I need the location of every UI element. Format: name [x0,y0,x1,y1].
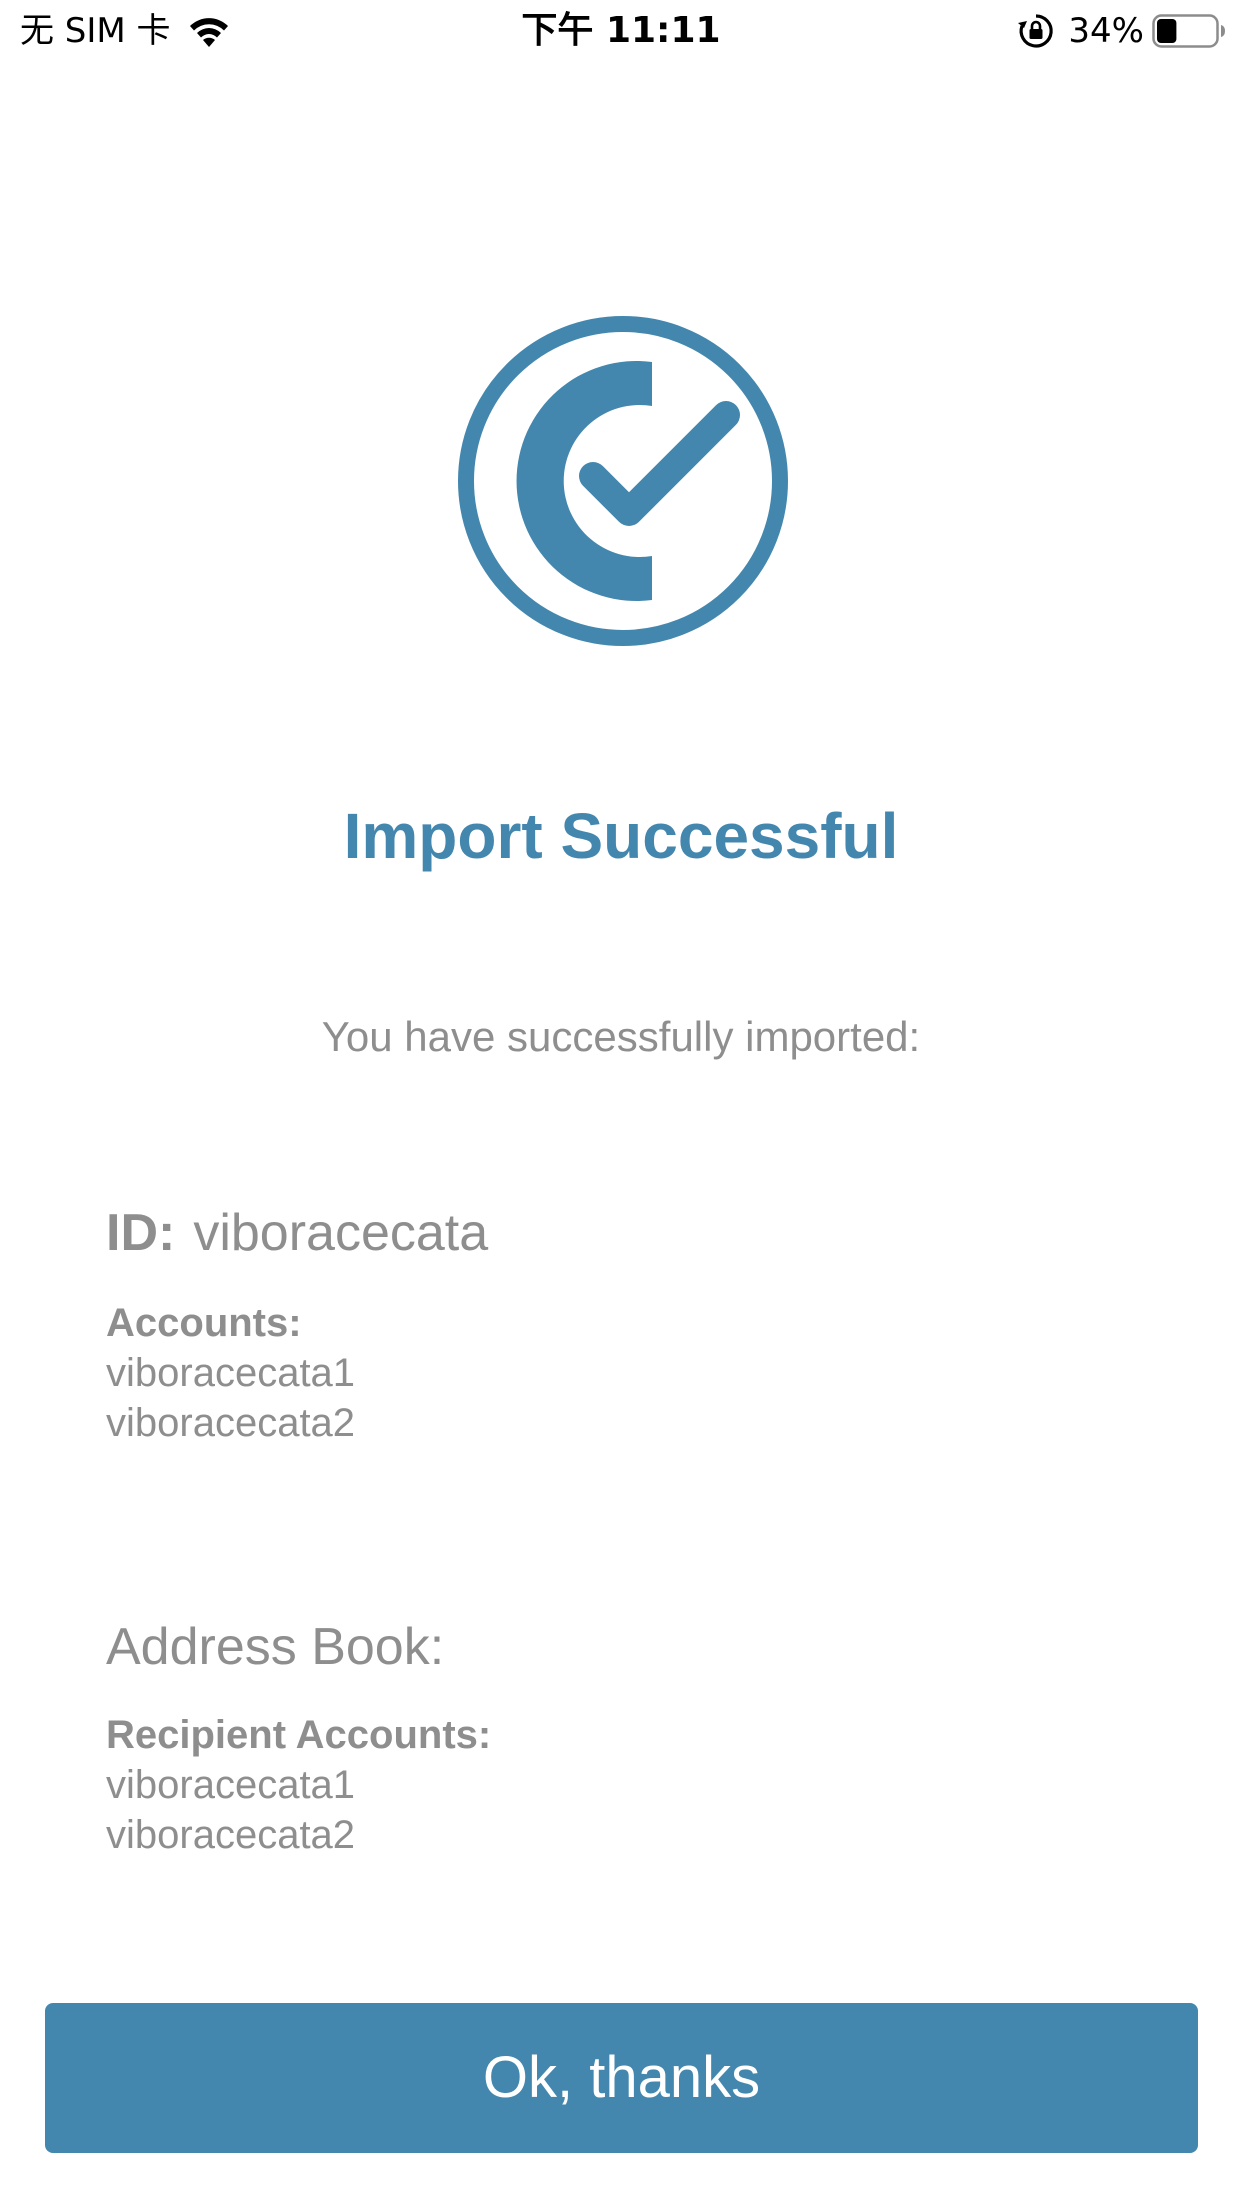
recipient-accounts-section: Recipient Accounts: viboracecata1 vibora… [106,1710,1136,1860]
check-circle-icon [458,316,788,646]
import-subtitle: You have successfully imported: [321,1013,921,1060]
id-row: ID: viboracecata [106,1200,1136,1266]
account-item: viboracecata2 [106,1401,356,1445]
ok-thanks-button[interactable]: Ok, thanks [45,2003,1198,2153]
account-item: viboracecata1 [106,1351,356,1395]
status-right: 34% [1016,10,1226,52]
rotation-lock-icon [1018,14,1054,48]
battery-percent: 34% [1068,11,1144,51]
recipient-item: viboracecata2 [106,1813,356,1857]
accounts-section: Accounts: viboracecata1 viboracecata2 [106,1298,1136,1448]
battery-icon [1152,14,1225,48]
recipient-accounts-label: Recipient Accounts: [106,1713,492,1757]
id-value: viboracecata [193,1204,489,1262]
page-title: Import Successful [343,800,899,872]
accounts-label: Accounts: [106,1301,302,1345]
recipient-item: viboracecata1 [106,1763,356,1807]
status-bar: 无 SIM 卡 下午 11:11 34% [0,0,1242,62]
id-label: ID: [106,1204,176,1262]
address-book-title: Address Book: [106,1618,445,1676]
